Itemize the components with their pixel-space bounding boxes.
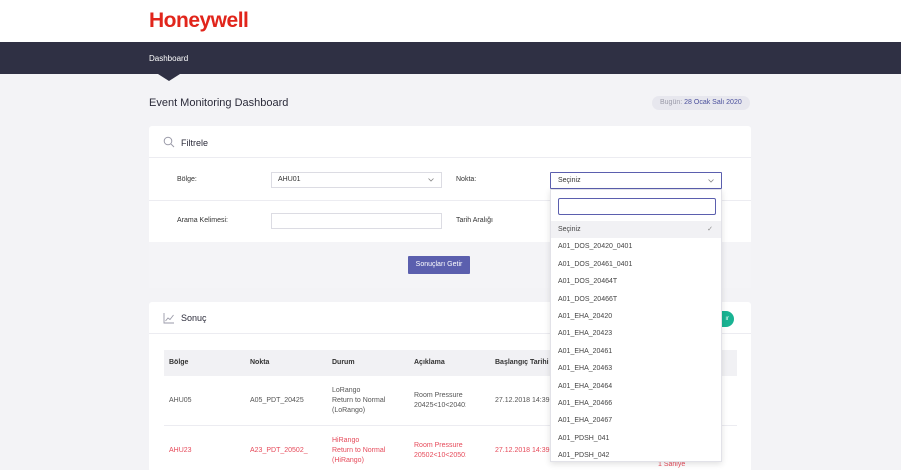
chevron-down-icon — [708, 179, 714, 183]
cell-durum: LoRango Return to Normal (LoRango) — [332, 386, 385, 416]
dropdown-option[interactable]: A01_EHA_20464 — [551, 378, 721, 395]
dropdown-option[interactable]: A01_EHA_20466 — [551, 395, 721, 412]
dropdown-option[interactable]: A01_EHA_20467 — [551, 412, 721, 429]
dropdown-option-label: Seçiniz — [558, 226, 581, 233]
dropdown-option[interactable]: A01_DOS_20461_0401 — [551, 256, 721, 273]
bolge-select-value: AHU01 — [278, 176, 301, 183]
nokta-label: Nokta: — [456, 176, 477, 183]
dropdown-option[interactable]: A01_DOS_20420_0401 — [551, 238, 721, 255]
chart-line-icon — [163, 313, 174, 324]
cell-durum-line: (LoRango) — [332, 407, 366, 414]
dropdown-option[interactable]: A01_DOS_20466T — [551, 291, 721, 308]
chevron-down-icon — [428, 178, 434, 182]
tarih-label: Tarih Aralığı — [456, 217, 493, 224]
nokta-dropdown-panel: Seçiniz ✓ A01_DOS_20420_0401 A01_DOS_2046… — [550, 189, 722, 462]
cell-durum: HiRango Return to Normal (HiRango) — [332, 436, 385, 466]
dropdown-option[interactable]: A01_PDSH_041 — [551, 430, 721, 447]
cell-bolge: AHU23 — [169, 447, 192, 454]
column-header-aciklama[interactable]: Açıklama — [414, 359, 445, 366]
dropdown-option[interactable]: Seçiniz ✓ — [551, 221, 721, 239]
cell-durum-line: Return to Normal — [332, 397, 386, 404]
page-title: Event Monitoring Dashboard — [149, 97, 289, 109]
arama-label: Arama Kelimesi: — [177, 217, 228, 224]
dropdown-option[interactable]: A01_PDSH_042 — [551, 447, 721, 461]
search-icon — [163, 136, 175, 148]
bolge-label: Bölge: — [177, 176, 197, 183]
cell-aciklama: Room Pressure 20425<10<20401 — [414, 391, 466, 411]
nokta-select-value: Seçiniz — [558, 177, 581, 184]
cell-aciklama-line: 20502<10<20501 — [414, 452, 466, 459]
cell-aciklama: Room Pressure 20502<10<20501 — [414, 441, 466, 461]
nav-active-indicator — [158, 74, 180, 81]
arama-input[interactable] — [271, 213, 442, 229]
top-bar: Honeywell — [0, 0, 901, 42]
result-title: Sonuç — [181, 313, 207, 323]
column-header-nokta[interactable]: Nokta — [250, 359, 269, 366]
dropdown-option[interactable]: A01_EHA_20420 — [551, 308, 721, 325]
cell-durum-line: (HiRango) — [332, 457, 364, 464]
filter-card-header: Filtrele — [149, 126, 751, 158]
get-results-button[interactable]: Sonuçları Getir — [408, 256, 470, 274]
cell-aciklama-line: Room Pressure — [414, 442, 463, 449]
dropdown-search-input[interactable] — [558, 198, 716, 215]
nav-item-dashboard[interactable]: Dashboard — [149, 54, 188, 63]
column-header-baslangic[interactable]: Başlangıç Tarihi — [495, 359, 549, 366]
cell-durum-line: Return to Normal — [332, 447, 386, 454]
column-header-durum[interactable]: Durum — [332, 359, 355, 366]
cell-durum-line: HiRango — [332, 437, 360, 444]
filter-title: Filtrele — [181, 138, 209, 148]
date-badge: Bugün: 28 Ocak Salı 2020 — [652, 96, 750, 110]
date-label: Bugün: — [660, 99, 683, 106]
column-header-bolge[interactable]: Bölge — [169, 359, 188, 366]
cell-bolge: AHU05 — [169, 397, 192, 404]
dropdown-option[interactable]: A01_DOS_20464T — [551, 273, 721, 290]
cell-nokta: A23_PDT_20502_ — [250, 447, 308, 454]
cell-aciklama-line: 20425<10<20401 — [414, 402, 466, 409]
cell-durum-line: LoRango — [332, 387, 361, 394]
dropdown-option[interactable]: A01_EHA_20461 — [551, 343, 721, 360]
bolge-select[interactable]: AHU01 — [271, 172, 442, 188]
nokta-select[interactable]: Seçiniz — [550, 172, 722, 189]
dropdown-options: Seçiniz ✓ A01_DOS_20420_0401 A01_DOS_2046… — [551, 221, 721, 461]
check-icon: ✓ — [707, 226, 713, 233]
dropdown-option[interactable]: A01_EHA_20423 — [551, 325, 721, 342]
main-navbar: Dashboard — [0, 42, 901, 74]
dropdown-option[interactable]: A01_EHA_20463 — [551, 360, 721, 377]
cell-nokta: A05_PDT_20425 — [250, 397, 304, 404]
honeywell-logo[interactable]: Honeywell — [149, 9, 249, 33]
date-value: 28 Ocak Salı 2020 — [684, 99, 742, 106]
cell-aciklama-line: Room Pressure — [414, 392, 463, 399]
